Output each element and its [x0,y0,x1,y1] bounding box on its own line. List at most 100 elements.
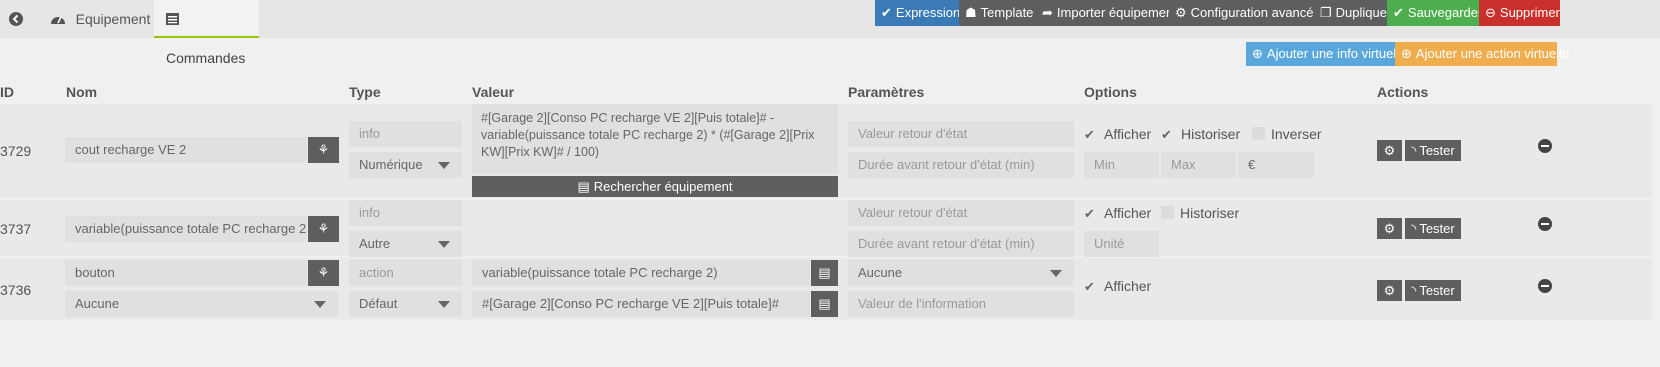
cmd-name-input[interactable]: bouton [65,260,307,286]
rechercher-equipement-button[interactable]: ▤ Rechercher équipement [472,176,838,197]
tester-button[interactable]: ◝ Tester [1405,218,1461,239]
sauvegarder-button[interactable]: ✔ Sauvegarder [1387,0,1483,26]
cubes-icon: ☗ [965,5,977,20]
importer-button[interactable]: ➦ Importer équipement [1036,0,1177,26]
cmd-id: 3729 [0,143,32,159]
plus-circle-icon: ⊕ [1401,46,1412,61]
add-info-label: Ajouter une info virtuelle [1266,46,1407,61]
checkbox-box [1161,206,1174,219]
back-button[interactable] [0,0,32,38]
return-state-duration-input[interactable]: Durée avant retour d'état (min) [848,231,1074,257]
check-icon: ✔ [1084,206,1095,221]
cmd-name-input[interactable]: variable(puissance totale PC recharge 2) [65,216,307,242]
circle-arrow-left-icon [9,12,23,26]
inverser-checkbox[interactable]: Inverser [1252,126,1322,142]
historiser-label: Historiser [1180,205,1240,221]
cmd-subtype-select[interactable]: Défaut [349,291,462,317]
cmd-subtype-select[interactable]: Numérique [349,152,462,178]
tester-label: Tester [1419,221,1455,236]
return-state-duration-input[interactable]: Durée avant retour d'état (min) [848,152,1074,178]
dupliquer-button[interactable]: ❐ Dupliquer [1314,0,1391,26]
rss-icon: ◝ [1411,221,1417,236]
cmd-type-field: info [349,200,462,226]
list-alt-icon: ▤ [818,265,831,280]
afficher-checkbox[interactable]: ✔ Afficher [1084,126,1151,143]
return-state-value-input[interactable]: Valeur retour d'état [848,200,1074,226]
list-alt-icon: ▤ [818,296,831,311]
minus-circle-icon: ⊖ [1485,5,1496,20]
tester-button[interactable]: ◝ Tester [1405,280,1461,301]
add-action-virtuelle-button[interactable]: ⊕ Ajouter une action virtuelle [1395,42,1569,66]
advanced-config-button[interactable]: ⚙ [1377,280,1402,301]
tab-commandes[interactable]: Commandes [154,0,259,66]
header-options: Options [1084,84,1137,100]
header-actions: Actions [1377,84,1429,100]
remove-command-icon[interactable] [1538,139,1552,153]
rss-icon: ◝ [1411,283,1417,298]
remove-command-icon[interactable] [1538,217,1552,231]
min-input[interactable]: Min [1084,152,1159,178]
check-icon: ✔ [1084,279,1095,294]
cmd-id: 3737 [0,221,32,237]
tester-button[interactable]: ◝ Tester [1405,140,1461,161]
cubes-icon: ⚘ [317,221,330,236]
afficher-checkbox[interactable]: ✔ Afficher [1084,278,1151,295]
template-button[interactable]: ☗ Template [959,0,1036,26]
unit-input[interactable]: Unité [1084,231,1159,257]
tab-equipement[interactable]: Equipement [38,0,162,38]
afficher-label: Afficher [1104,278,1152,294]
header-type: Type [349,84,381,100]
copy-icon: ❐ [1320,5,1332,20]
cmd-id: 3736 [0,282,32,298]
cmd-name-input[interactable]: cout recharge VE 2 [65,137,307,163]
header-nom: Nom [66,84,98,100]
checkbox-box [1252,127,1265,140]
select-command-button[interactable]: ▤ [811,260,838,286]
cmd-type-field: info [349,121,462,147]
advanced-config-button[interactable]: ⚙ [1377,218,1402,239]
unit-input[interactable]: € [1238,152,1314,178]
param-select[interactable]: Aucune [848,260,1074,286]
supprimer-label: Supprimer [1499,5,1560,20]
historiser-checkbox[interactable]: ✔ Historiser [1161,126,1240,143]
sauvegarder-label: Sauvegarder [1407,5,1483,20]
cmd-type-field: action [349,260,462,286]
check-icon: ✔ [1161,127,1172,142]
template-label: Template [980,5,1034,20]
list-alt-icon [166,12,179,27]
configuration-label: Configuration avancée [1190,5,1321,20]
afficher-checkbox[interactable]: ✔ Afficher [1084,205,1151,222]
expression-button[interactable]: ✔ Expression [875,0,961,26]
advanced-config-button[interactable]: ⚙ [1377,140,1402,161]
information-value-input[interactable]: Valeur de l'information [848,291,1074,317]
afficher-label: Afficher [1104,205,1152,221]
cmd-config-button[interactable]: ⚘ [308,216,339,242]
max-input[interactable]: Max [1161,152,1236,178]
cmd-subtype-select[interactable]: Autre [349,231,462,257]
cmd-link-select[interactable]: Aucune [65,291,338,317]
check-icon: ✔ [1084,127,1095,142]
supprimer-button[interactable]: ⊖ Supprimer [1479,0,1560,26]
cubes-icon: ⚘ [317,142,330,157]
cmd-value-input[interactable]: variable(puissance totale PC recharge 2) [472,260,810,286]
add-info-virtuelle-button[interactable]: ⊕ Ajouter une info virtuelle [1246,42,1406,66]
return-state-value-input[interactable]: Valeur retour d'état [848,121,1074,147]
remove-command-icon[interactable] [1538,279,1552,293]
cogs-icon: ⚙ [1383,143,1396,158]
cmd-config-button[interactable]: ⚘ [308,137,339,163]
inverser-label: Inverser [1271,126,1322,142]
cogs-icon: ⚙ [1383,283,1396,298]
cmd-config-button[interactable]: ⚘ [308,260,339,286]
cmd-value-input[interactable]: #[Garage 2][Conso PC recharge VE 2][Puis… [472,291,810,317]
list-alt-icon: ▤ [577,179,590,194]
tester-label: Tester [1419,143,1455,158]
configuration-button[interactable]: ⚙ Configuration avancée [1169,0,1321,26]
tachometer-icon [50,12,70,27]
cogs-icon: ⚙ [1175,5,1187,20]
cmd-value-textarea[interactable]: #[Garage 2][Conso PC recharge VE 2][Puis… [472,104,838,174]
header-parametres: Paramètres [848,84,925,100]
select-command-button[interactable]: ▤ [811,291,838,317]
expression-label: Expression [895,5,961,20]
add-action-label: Ajouter une action virtuelle [1415,46,1570,61]
historiser-checkbox[interactable]: Historiser [1161,205,1239,221]
